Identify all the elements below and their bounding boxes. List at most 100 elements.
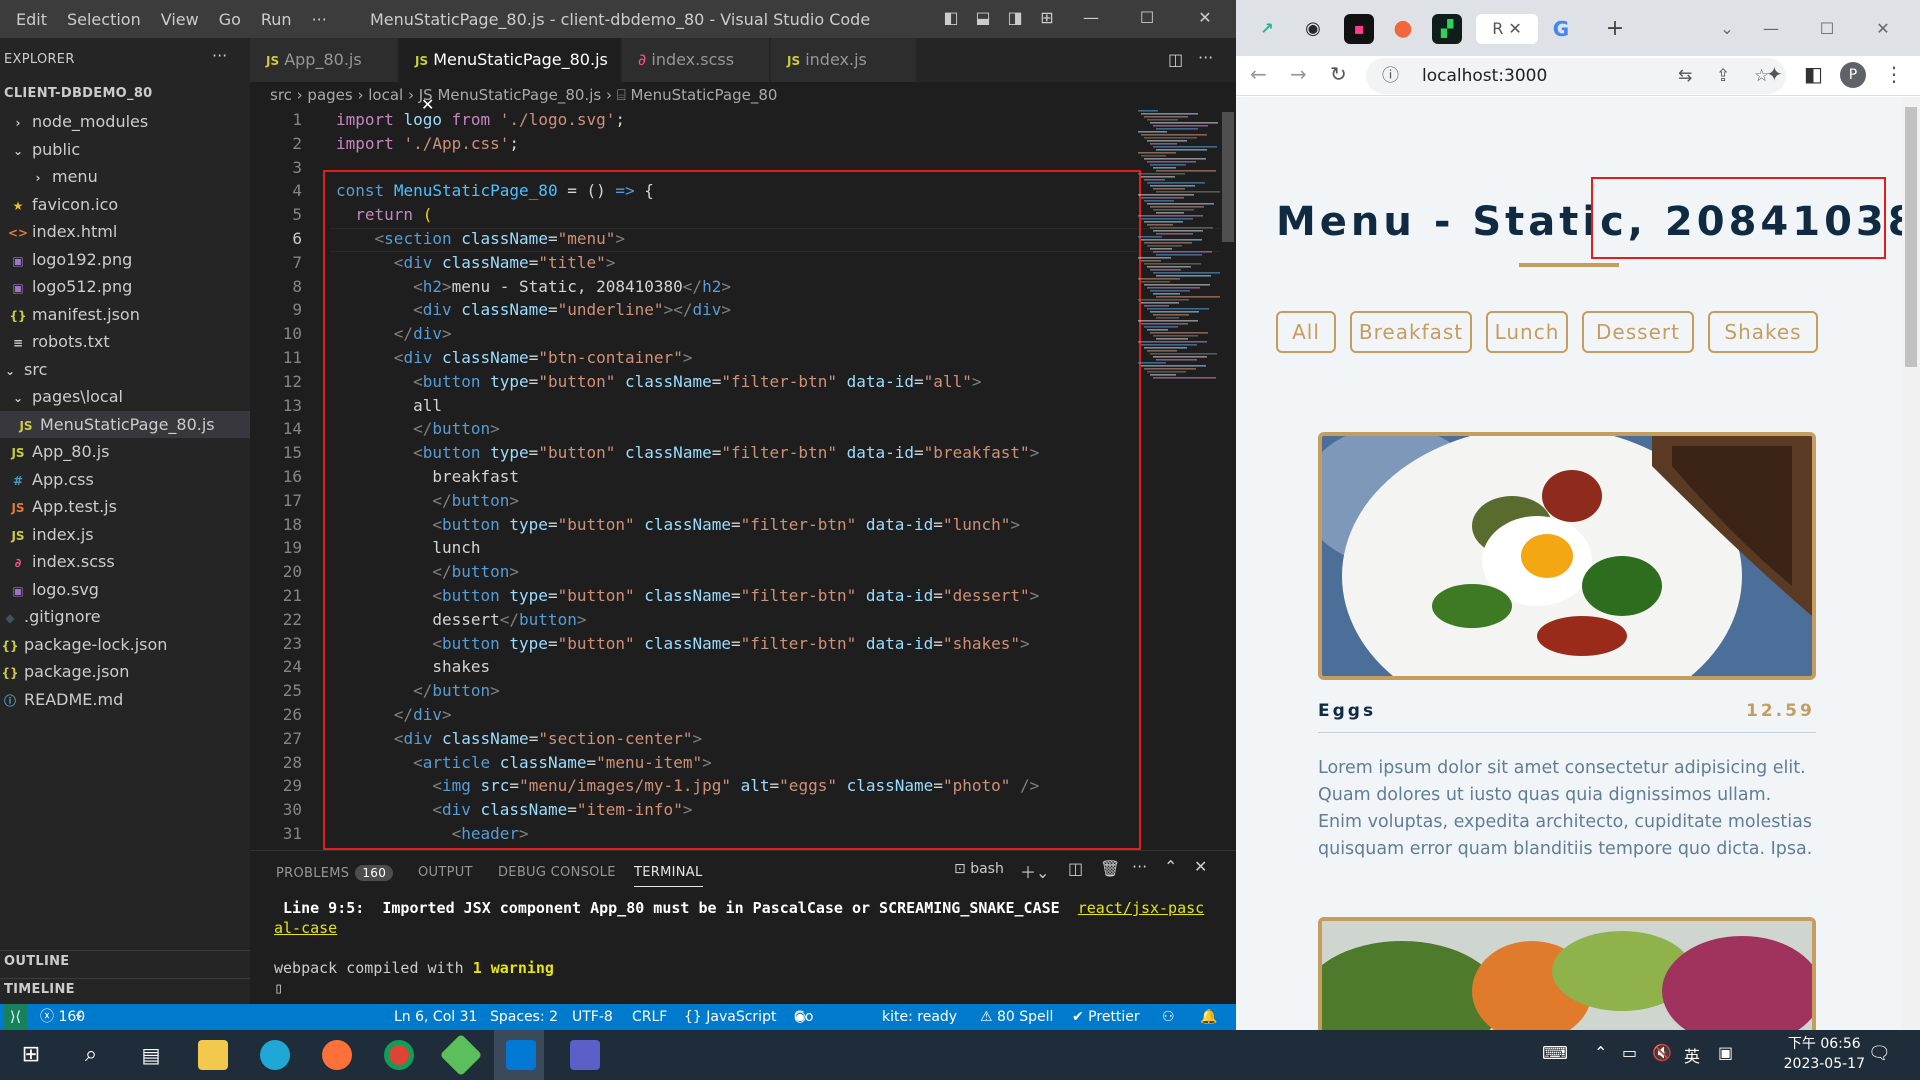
close-panel-icon[interactable]: ✕ [1194, 857, 1207, 876]
ime-mode-icon[interactable]: ▣ [1718, 1043, 1733, 1062]
file-explorer-icon[interactable] [198, 1040, 228, 1070]
new-tab-icon[interactable]: + [1600, 14, 1630, 44]
tree-item[interactable]: ⌄ public [0, 136, 250, 163]
google-icon[interactable]: G [1546, 14, 1576, 44]
tree-item[interactable]: # App.css [0, 466, 250, 493]
notification-center-icon[interactable]: 🗨 [1868, 1043, 1891, 1064]
menu-more[interactable]: ··· [312, 10, 327, 29]
status-language[interactable]: {} JavaScript [684, 1004, 776, 1030]
tree-item[interactable]: JS index.js [0, 521, 250, 548]
github-icon[interactable]: ◉ [1298, 14, 1328, 44]
remote-indicator[interactable]: ⟩⟨ [4, 1004, 27, 1030]
filter-breakfast-button[interactable]: Breakfast [1350, 311, 1472, 353]
tree-item[interactable]: {} package-lock.json [0, 631, 250, 658]
filter-shakes-button[interactable]: Shakes [1708, 311, 1818, 353]
menu-edit[interactable]: Edit [16, 10, 47, 29]
status-position[interactable]: Ln 6, Col 31 [394, 1004, 477, 1030]
share-icon[interactable]: ⇪ [1716, 58, 1730, 94]
profile-avatar[interactable]: P [1840, 62, 1866, 88]
close-icon[interactable]: ✕ [1868, 14, 1898, 44]
breadcrumb[interactable]: src › pages › local › JS MenuStaticPage_… [250, 82, 1236, 108]
page-scrollbar[interactable] [1902, 97, 1920, 1030]
ime-indicator[interactable]: 英 [1684, 1043, 1700, 1067]
tree-item[interactable]: <> index.html [0, 218, 250, 245]
toggle-sidebar-icon[interactable]: ◧ [940, 8, 962, 30]
tab-terminal[interactable]: TERMINAL [634, 865, 703, 887]
notifications-icon[interactable]: 🔔 [1200, 1004, 1217, 1030]
maximize-panel-icon[interactable]: ⌃ [1164, 857, 1177, 876]
back-icon[interactable]: ← [1250, 62, 1267, 86]
volume-muted-icon[interactable]: 🔇 [1652, 1043, 1672, 1062]
panel-more-icon[interactable]: ··· [1132, 857, 1147, 876]
status-prettier[interactable]: ✔ Prettier [1072, 1004, 1140, 1030]
firefox-icon[interactable] [322, 1040, 352, 1070]
tab-search-icon[interactable]: ⌄ [1712, 14, 1742, 44]
url-bar[interactable]: ⓘ localhost:3000 ⇆ ⇪ ☆ [1366, 58, 1786, 94]
minimap[interactable] [1134, 108, 1220, 408]
tree-item[interactable]: ⌄ pages\local [0, 383, 250, 410]
trash-icon[interactable]: 🗑 [1100, 859, 1120, 878]
keyboard-icon[interactable]: ⌨ [1542, 1043, 1568, 1064]
editor-more-icon[interactable]: ··· [1198, 48, 1213, 67]
explorer-more-icon[interactable]: ··· [212, 46, 227, 65]
editor-scrollbar[interactable] [1220, 108, 1236, 850]
tab-favicon-app3[interactable]: ● [1388, 14, 1418, 44]
terminal-rule-link-cont[interactable]: al-case [274, 919, 337, 937]
menu-selection[interactable]: Selection [67, 10, 141, 29]
task-view-icon[interactable]: ▤ [136, 1040, 166, 1070]
tree-item[interactable]: ◆ .gitignore [0, 603, 250, 630]
filter-all-button[interactable]: All [1276, 311, 1336, 353]
tree-item[interactable]: ▣ logo.svg [0, 576, 250, 603]
system-clock[interactable]: 下午 06:56 2023-05-17 [1784, 1034, 1865, 1074]
tree-item[interactable]: ⓘ README.md [0, 686, 250, 713]
network-icon[interactable]: ▭ [1622, 1043, 1637, 1062]
outline-heading[interactable]: OUTLINE [4, 954, 69, 969]
start-button[interactable]: ⊞ [16, 1040, 46, 1070]
split-editor-icon[interactable]: ◫ [1168, 50, 1183, 69]
status-eol[interactable]: CRLF [632, 1004, 667, 1030]
chrome-icon[interactable] [384, 1040, 414, 1070]
menu-go[interactable]: Go [219, 10, 241, 29]
tree-item[interactable]: › menu [0, 163, 250, 190]
tree-item[interactable]: ⌄ src [0, 356, 250, 383]
tab-output[interactable]: OUTPUT [418, 865, 473, 880]
search-icon[interactable]: ⌕ [76, 1040, 106, 1070]
close-icon[interactable]: ✕ [1194, 8, 1216, 30]
tray-chevron-icon[interactable]: ⌃ [1594, 1043, 1607, 1062]
tab-problems[interactable]: PROBLEMS 160 [276, 865, 394, 881]
tree-item[interactable]: ▣ logo512.png [0, 273, 250, 300]
timeline-heading[interactable]: TIMELINE [4, 982, 75, 997]
status-sync-icon[interactable]: ⚡ [74, 1004, 84, 1030]
reload-icon[interactable]: ↻ [1330, 62, 1347, 86]
minimize-icon[interactable]: — [1080, 8, 1102, 30]
accounts-icon[interactable]: ⚇ [1162, 1004, 1175, 1030]
menu-run[interactable]: Run [261, 10, 292, 29]
maximize-icon[interactable]: ☐ [1812, 14, 1842, 44]
tree-item[interactable]: JS App.test.js [0, 493, 250, 520]
app-icon[interactable] [439, 1033, 483, 1077]
translate-icon[interactable]: ⇆ [1678, 58, 1692, 94]
terminal-rule-link[interactable]: react/jsx-pasc [1078, 899, 1204, 917]
tree-item[interactable]: ≡ robots.txt [0, 328, 250, 355]
forward-icon[interactable]: → [1290, 62, 1307, 86]
minimize-icon[interactable]: — [1756, 14, 1786, 44]
vscode-icon[interactable] [506, 1040, 536, 1070]
tab-menustaticpage[interactable]: JS MenuStaticPage_80.js ✕ [399, 38, 621, 114]
extensions-icon[interactable]: ✦ [1766, 62, 1783, 86]
tree-item[interactable]: JS MenuStaticPage_80.js [0, 410, 250, 438]
chrome-menu-icon[interactable]: ⋮ [1884, 62, 1904, 86]
project-heading[interactable]: CLIENT-DBDEMO_80 [4, 86, 153, 101]
new-terminal-icon[interactable]: ＋⌄ [1020, 859, 1049, 883]
tab-index-js[interactable]: JS index.js [771, 38, 917, 82]
filter-lunch-button[interactable]: Lunch [1486, 311, 1568, 353]
tab-favicon-app[interactable]: ↗ [1252, 14, 1282, 44]
code-line[interactable]: import './App.css'; [336, 134, 519, 153]
tab-index-scss[interactable]: ∂ index.scss [622, 38, 770, 82]
tab-favicon-app2[interactable]: ▪ [1344, 14, 1374, 44]
tree-item[interactable]: JS App_80.js [0, 438, 250, 465]
tab-favicon-app4[interactable]: ▞ [1432, 14, 1462, 44]
terminal-shell-selector[interactable]: ⊡ bash [954, 861, 1004, 877]
tab-app[interactable]: JS App_80.js [250, 38, 398, 82]
code-line[interactable]: import logo from './logo.svg'; [336, 110, 625, 129]
tree-item[interactable]: ★ favicon.ico [0, 191, 250, 218]
